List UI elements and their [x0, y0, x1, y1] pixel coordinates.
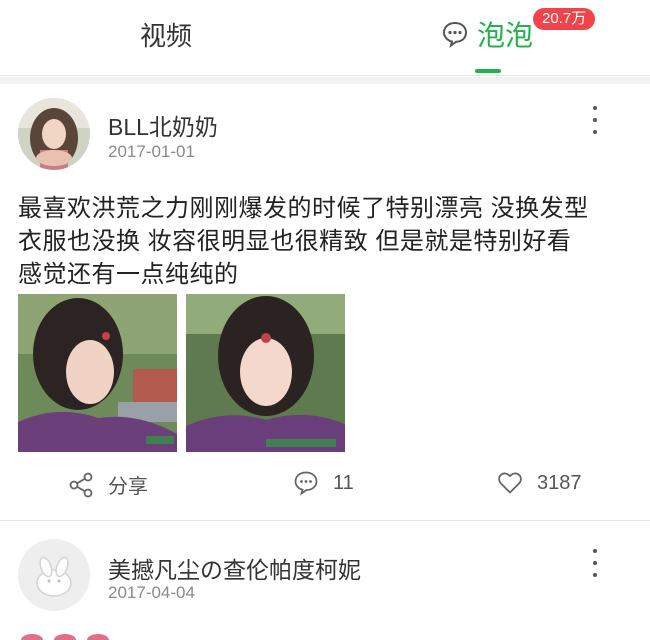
post-image-2-picture [186, 294, 345, 452]
default-avatar-icon [18, 539, 90, 611]
top-tab-bar: 视频 泡泡 20.7万 [0, 0, 650, 76]
post-username[interactable]: 美撼凡尘の查伦帕度柯妮 [108, 551, 361, 585]
avatar[interactable] [18, 539, 90, 611]
post-actions: 分享 11 3187 [0, 470, 650, 510]
comment-count: 11 [333, 471, 354, 494]
more-options-icon[interactable] [584, 545, 606, 581]
comment-icon [294, 471, 318, 496]
tab-video[interactable]: 视频 [140, 16, 192, 53]
next-content-peek [21, 634, 109, 640]
post-content-line: 最喜欢洪荒之力刚刚爆发的时候了特别漂亮 没换发型 [18, 195, 589, 222]
avatar[interactable] [18, 98, 90, 170]
post-date: 2017-01-01 [108, 142, 195, 161]
active-tab-indicator [475, 69, 501, 73]
post-card: BLL北奶奶 2017-01-01 最喜欢洪荒之力刚刚爆发的时候了特别漂亮 没换… [0, 84, 650, 520]
tab-bubble-label: 泡泡 [477, 20, 534, 51]
post-image-1-picture [18, 294, 177, 452]
comment-button[interactable]: 11 [293, 470, 354, 496]
tab-bubble[interactable]: 泡泡 [441, 14, 533, 54]
post-username[interactable]: BLL北奶奶 [108, 108, 218, 142]
like-count: 3187 [537, 471, 582, 494]
post-content-line: 感觉还有一点纯纯的 [18, 261, 239, 288]
more-options-icon[interactable] [584, 102, 606, 138]
share-button[interactable]: 分享 [68, 470, 148, 499]
like-button[interactable]: 3187 [497, 470, 582, 496]
post-date: 2017-04-04 [108, 583, 195, 602]
bubble-count-badge: 20.7万 [533, 8, 596, 30]
section-gap [0, 77, 650, 84]
post-image-1[interactable] [18, 294, 177, 452]
chat-bubble-icon [442, 21, 468, 48]
post-image-2[interactable] [186, 294, 345, 452]
share-label: 分享 [108, 476, 148, 498]
post-card: 美撼凡尘の查伦帕度柯妮 2017-04-04 [0, 521, 650, 640]
heart-icon [498, 472, 522, 494]
avatar-image [18, 98, 90, 170]
post-content[interactable]: 最喜欢洪荒之力刚刚爆发的时候了特别漂亮 没换发型 衣服也没换 妆容很明显也很精致… [18, 192, 630, 291]
share-icon [69, 472, 93, 497]
post-content-line: 衣服也没换 妆容很明显也很精致 但是就是特别好看 [18, 228, 572, 255]
